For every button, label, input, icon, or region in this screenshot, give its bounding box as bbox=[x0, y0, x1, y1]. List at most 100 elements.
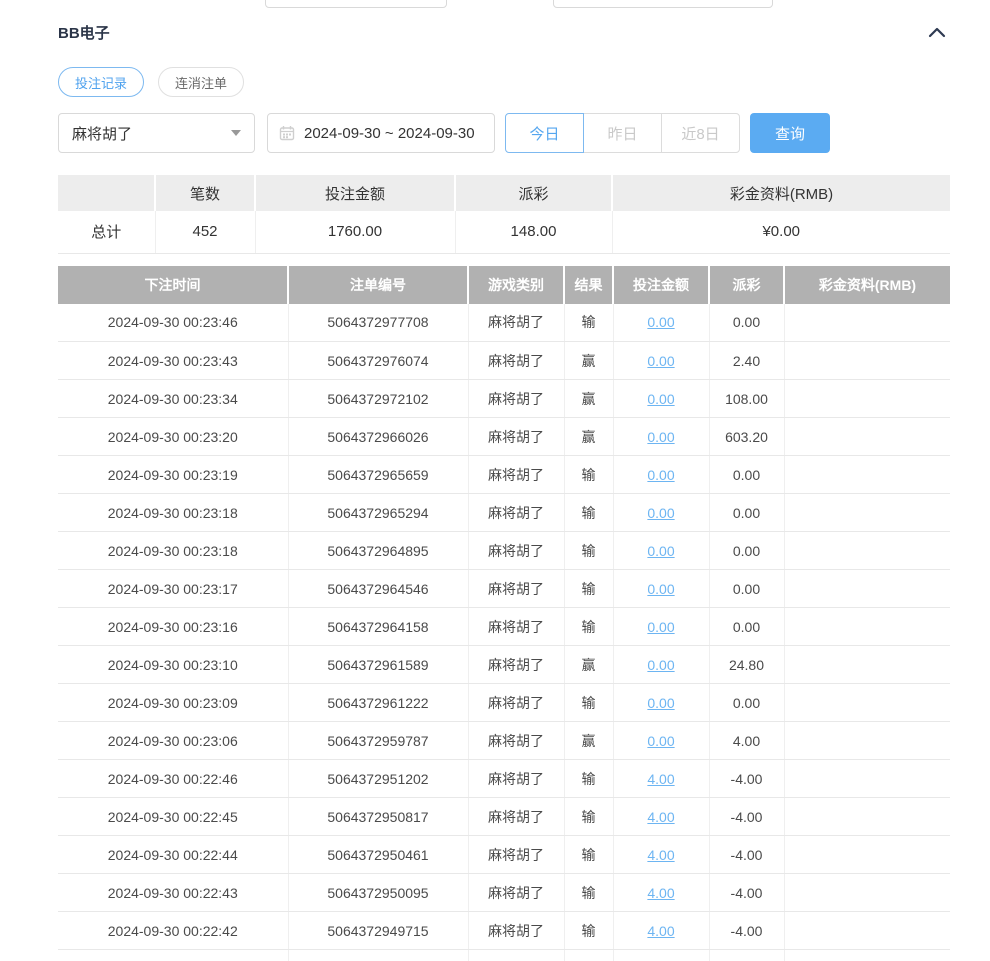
summary-total-bet-amount: 1760.00 bbox=[255, 211, 456, 254]
collapse-panel-button[interactable] bbox=[924, 23, 950, 42]
cell-result: 输 bbox=[564, 683, 614, 722]
tab-bet-records[interactable]: 投注记录 bbox=[58, 67, 145, 97]
tab-cancelled-orders[interactable]: 连消注单 bbox=[158, 67, 245, 97]
cropped-input-left[interactable] bbox=[265, 0, 447, 8]
table-row: 2024-09-30 00:22:43 5064372950095 麻将胡了 输… bbox=[58, 873, 950, 912]
cell-bet-amount: 0.00 bbox=[613, 417, 710, 456]
cell-payout: 108.00 bbox=[709, 379, 785, 418]
bet-amount-link[interactable]: 4.00 bbox=[647, 923, 674, 939]
cell-result: 输 bbox=[564, 835, 614, 874]
table-row: 2024-09-30 00:23:46 5064372977708 麻将胡了 输… bbox=[58, 303, 950, 342]
cropped-input-right[interactable] bbox=[553, 0, 773, 8]
date-range-picker[interactable]: 2024-09-30 ~ 2024-09-30 bbox=[267, 113, 495, 153]
bet-amount-link[interactable]: 0.00 bbox=[647, 695, 674, 711]
bet-amount-link[interactable]: 0.00 bbox=[647, 353, 674, 369]
cell-bet-amount: 0.00 bbox=[613, 645, 710, 684]
cell-game-type: 麻将胡了 bbox=[468, 683, 565, 722]
cell-result: 输 bbox=[564, 911, 614, 950]
table-row: 2024-09-30 00:23:18 5064372964895 麻将胡了 输… bbox=[58, 531, 950, 570]
summary-col-bet-amount: 投注金额 bbox=[255, 175, 456, 211]
cell-bet-amount: 0.00 bbox=[613, 683, 710, 722]
bet-amount-link[interactable]: 0.00 bbox=[647, 543, 674, 559]
records-body: 2024-09-30 00:23:46 5064372977708 麻将胡了 输… bbox=[58, 303, 950, 961]
cell-payout: 0.00 bbox=[709, 455, 785, 494]
cell-result: 输 bbox=[564, 569, 614, 608]
bet-amount-link[interactable]: 0.00 bbox=[647, 733, 674, 749]
bet-amount-link[interactable]: 0.00 bbox=[647, 314, 674, 330]
cell-order-number: 5064372949715 bbox=[288, 911, 469, 950]
bet-amount-link[interactable]: 0.00 bbox=[647, 505, 674, 521]
last-8-days-button[interactable]: 近8日 bbox=[661, 113, 740, 153]
cell-bonus bbox=[784, 911, 950, 950]
bet-amount-link[interactable]: 0.00 bbox=[647, 581, 674, 597]
cell-bonus bbox=[784, 303, 950, 342]
game-select[interactable]: 麻将胡了 bbox=[58, 113, 255, 153]
summary-header-row: 笔数 投注金额 派彩 彩金资料(RMB) bbox=[58, 175, 950, 211]
cell-payout: 0.00 bbox=[709, 531, 785, 570]
summary-col-bonus: 彩金资料(RMB) bbox=[612, 175, 950, 211]
cell-bet-amount: 0.00 bbox=[613, 379, 710, 418]
cell-payout: 4.00 bbox=[709, 721, 785, 760]
summary-total-label: 总计 bbox=[58, 211, 156, 254]
bet-amount-link[interactable]: 4.00 bbox=[647, 809, 674, 825]
bet-amount-link[interactable]: 0.00 bbox=[647, 467, 674, 483]
cell-order-number: 5064372950461 bbox=[288, 835, 469, 874]
cell-bet-time: 2024-09-30 00:23:46 bbox=[58, 303, 289, 342]
cell-bet-amount bbox=[613, 949, 710, 961]
bet-amount-link[interactable]: 0.00 bbox=[647, 391, 674, 407]
table-row: 2024-09-30 00:23:06 5064372959787 麻将胡了 赢… bbox=[58, 721, 950, 760]
cell-result: 输 bbox=[564, 455, 614, 494]
cell-bonus bbox=[784, 569, 950, 608]
today-button[interactable]: 今日 bbox=[505, 113, 584, 153]
col-header-bonus: 彩金资料(RMB) bbox=[784, 265, 950, 304]
col-header-bet-amount: 投注金额 bbox=[613, 265, 710, 304]
yesterday-button[interactable]: 昨日 bbox=[583, 113, 662, 153]
cell-bet-time: 2024-09-30 00:22:45 bbox=[58, 797, 289, 836]
bet-amount-link[interactable]: 0.00 bbox=[647, 657, 674, 673]
cell-game-type: 麻将胡了 bbox=[468, 873, 565, 912]
table-row: 2024-09-30 00:23:16 5064372964158 麻将胡了 输… bbox=[58, 607, 950, 646]
cell-game-type: 麻将胡了 bbox=[468, 417, 565, 456]
cell-bet-time: 2024-09-30 00:22:42 bbox=[58, 911, 289, 950]
chevron-down-icon bbox=[231, 130, 241, 136]
cell-game-type: 麻将胡了 bbox=[468, 607, 565, 646]
cell-bet-amount: 0.00 bbox=[613, 569, 710, 608]
quick-date-buttons: 今日 昨日 近8日 bbox=[505, 113, 740, 153]
cell-order-number: 5064372966026 bbox=[288, 417, 469, 456]
table-row bbox=[58, 949, 950, 961]
cell-game-type: 麻将胡了 bbox=[468, 759, 565, 798]
page-title: BB电子 bbox=[58, 25, 110, 42]
bet-amount-link[interactable]: 0.00 bbox=[647, 619, 674, 635]
cell-game-type: 麻将胡了 bbox=[468, 341, 565, 380]
cell-game-type: 麻将胡了 bbox=[468, 835, 565, 874]
col-header-payout: 派彩 bbox=[709, 265, 785, 304]
cell-payout: 0.00 bbox=[709, 493, 785, 532]
cell-bet-amount: 0.00 bbox=[613, 493, 710, 532]
cell-bet-amount: 0.00 bbox=[613, 721, 710, 760]
cell-bet-time bbox=[58, 949, 289, 961]
cell-bet-time: 2024-09-30 00:23:18 bbox=[58, 531, 289, 570]
table-row: 2024-09-30 00:22:45 5064372950817 麻将胡了 输… bbox=[58, 797, 950, 836]
cell-game-type: 麻将胡了 bbox=[468, 493, 565, 532]
bet-amount-link[interactable]: 4.00 bbox=[647, 847, 674, 863]
cell-payout: -4.00 bbox=[709, 911, 785, 950]
query-button[interactable]: 查询 bbox=[750, 113, 830, 153]
cell-payout: -4.00 bbox=[709, 873, 785, 912]
cell-bonus bbox=[784, 759, 950, 798]
cell-bet-time: 2024-09-30 00:23:34 bbox=[58, 379, 289, 418]
cell-bonus bbox=[784, 721, 950, 760]
cell-order-number: 5064372964546 bbox=[288, 569, 469, 608]
bet-amount-link[interactable]: 4.00 bbox=[647, 771, 674, 787]
cell-game-type: 麻将胡了 bbox=[468, 303, 565, 342]
cell-bet-time: 2024-09-30 00:22:44 bbox=[58, 835, 289, 874]
cell-result: 输 bbox=[564, 531, 614, 570]
table-row: 2024-09-30 00:23:20 5064372966026 麻将胡了 赢… bbox=[58, 417, 950, 456]
bet-amount-link[interactable]: 0.00 bbox=[647, 429, 674, 445]
record-type-tabs: 投注记录 连消注单 bbox=[58, 67, 950, 97]
cell-bet-amount: 4.00 bbox=[613, 873, 710, 912]
bet-amount-link[interactable]: 4.00 bbox=[647, 885, 674, 901]
cell-bet-time: 2024-09-30 00:23:06 bbox=[58, 721, 289, 760]
table-row: 2024-09-30 00:22:42 5064372949715 麻将胡了 输… bbox=[58, 911, 950, 950]
cell-bet-amount: 0.00 bbox=[613, 341, 710, 380]
cell-order-number bbox=[288, 949, 469, 961]
